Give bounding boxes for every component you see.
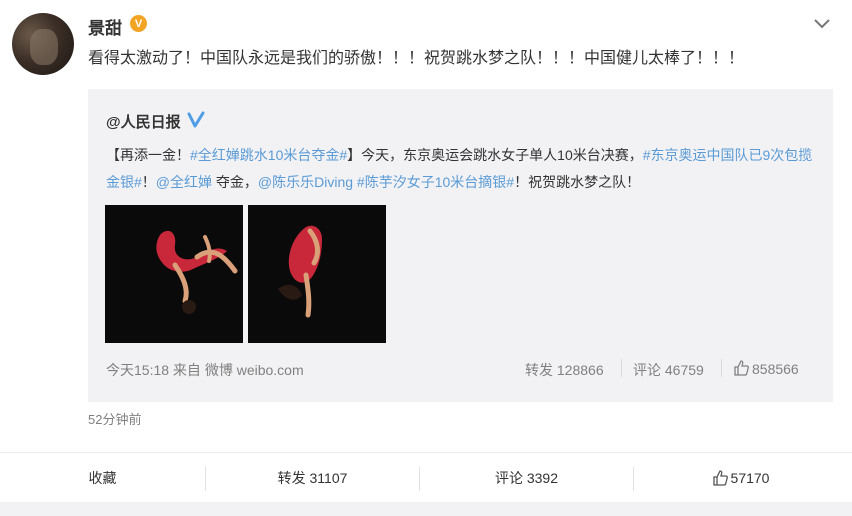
mention-link[interactable]: @全红婵 [156,174,212,190]
thumbs-up-icon [712,470,728,486]
original-timestamp[interactable]: 今天15:18 来自 微博 weibo.com [106,360,304,380]
text-segment: ！祝贺跳水梦之队！ [514,174,641,190]
favorite-button[interactable]: 收藏 [0,453,205,503]
verified-badge-icon: V [130,15,147,32]
repost-button[interactable]: 转发 31107 [206,453,419,503]
diver-image [248,205,386,343]
like-count: 57170 [730,470,770,486]
original-text: 【再添一金！#全红婵跳水10米台夺金#】今天，东京奥运会跳水女子单人10米台决赛… [106,142,818,196]
username[interactable]: 景甜 [88,14,122,39]
thumbs-up-icon [734,360,749,376]
diver-photo-1[interactable] [105,205,243,343]
action-bar: 收藏 转发 31107 评论 3392 57170 [0,452,852,503]
mention-link[interactable]: @陈乐乐Diving [258,174,353,190]
text-segment: 【再添一金！ [106,147,190,163]
original-username[interactable]: @人民日报 [106,111,181,132]
original-comment-count[interactable]: 评论 46759 [633,360,704,380]
diver-photo-2[interactable] [248,205,386,343]
original-like-button[interactable]: 858566 [733,360,799,377]
text-segment: ！ [141,174,156,190]
user-avatar[interactable] [12,13,74,75]
original-repost-count[interactable]: 转发 128866 [525,360,604,380]
post-text: 看得太激动了！中国队永远是我们的骄傲！！！祝贺跳水梦之队！！！中国健儿太棒了！！… [88,50,745,67]
divider [721,359,722,377]
page-background-strip [0,502,852,516]
topic-link[interactable]: #陈芋汐女子10米台摘银# [357,174,514,190]
like-button[interactable]: 57170 [634,453,847,503]
topic-link[interactable]: #全红婵跳水10米台夺金# [190,147,347,163]
reposted-weibo[interactable]: @人民日报 【再添一金！#全红婵跳水10米台夺金#】今天，东京奥运会跳水女子单人… [88,89,833,402]
divider [621,359,622,377]
original-like-count: 858566 [752,361,799,377]
blue-verified-icon [187,111,205,128]
chevron-down-icon[interactable] [812,16,832,32]
comment-button[interactable]: 评论 3392 [420,453,633,503]
text-segment: 夺金， [212,174,258,190]
text-segment: 】今天，东京奥运会跳水女子单人10米台决赛， [347,147,643,163]
diver-image [105,205,243,343]
post-time[interactable]: 52分钟前 [88,409,141,428]
